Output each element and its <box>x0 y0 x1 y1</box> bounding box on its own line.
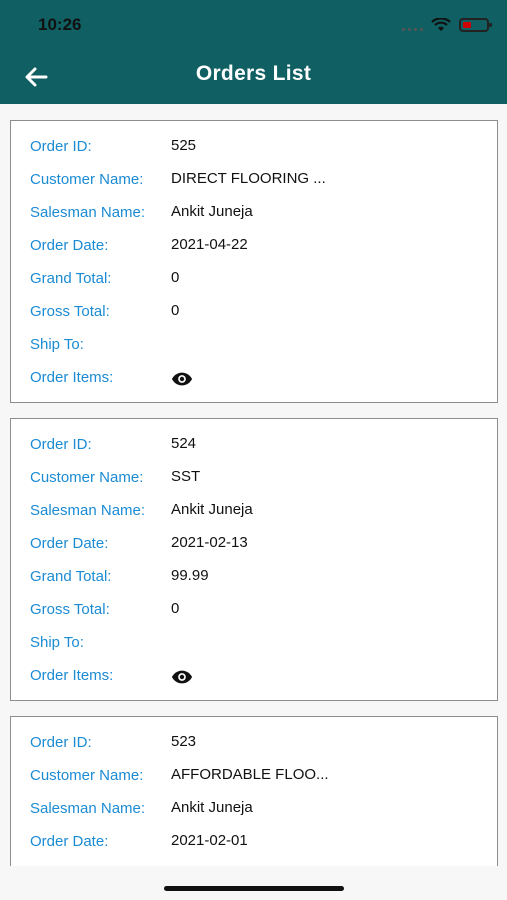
app-bar: 10:26 Orders List <box>0 0 507 104</box>
order-items-label: Order Items: <box>30 667 114 684</box>
order-id-value: 525 <box>171 137 197 154</box>
salesman-name-value: Ankit Juneja <box>171 501 253 518</box>
battery-icon <box>459 18 492 32</box>
bottom-safe-area <box>0 866 507 900</box>
order-card[interactable]: Order ID: 525 Customer Name: DIRECT FLOO… <box>10 120 498 403</box>
order-id-label: Order ID: <box>30 138 92 155</box>
customer-name-value: AFFORDABLE FLOO... <box>171 766 329 783</box>
salesman-name-label: Salesman Name: <box>30 502 146 519</box>
orders-list[interactable]: Order ID: 525 Customer Name: DIRECT FLOO… <box>0 120 507 866</box>
order-date-value: 2021-02-01 <box>171 832 248 849</box>
status-icons <box>402 16 492 34</box>
order-date-value: 2021-04-22 <box>171 236 248 253</box>
salesman-name-label: Salesman Name: <box>30 204 146 221</box>
order-card[interactable]: Order ID: 524 Customer Name: SST Salesma… <box>10 418 498 701</box>
order-date-label: Order Date: <box>30 535 109 552</box>
customer-name-value: DIRECT FLOORING ... <box>171 170 326 187</box>
gross-total-value: 0 <box>171 302 180 319</box>
grand-total-label: Grand Total: <box>30 568 112 585</box>
eye-icon[interactable] <box>171 368 193 390</box>
customer-name-label: Customer Name: <box>30 171 144 188</box>
status-time: 10:26 <box>38 15 82 34</box>
eye-icon[interactable] <box>171 666 193 688</box>
order-date-label: Order Date: <box>30 833 109 850</box>
grand-total-label: Grand Total: <box>30 270 112 287</box>
order-card[interactable]: Order ID: 523 Customer Name: AFFORDABLE … <box>10 716 498 866</box>
customer-name-label: Customer Name: <box>30 767 144 784</box>
salesman-name-value: Ankit Juneja <box>171 203 253 220</box>
order-date-value: 2021-02-13 <box>171 534 248 551</box>
gross-total-value: 0 <box>171 600 180 617</box>
gross-total-label: Gross Total: <box>30 303 110 320</box>
ship-to-label: Ship To: <box>30 634 84 651</box>
order-id-value: 524 <box>171 435 197 452</box>
order-id-value: 523 <box>171 733 197 750</box>
grand-total-value: 99.99 <box>171 567 209 584</box>
wifi-icon <box>431 18 451 31</box>
salesman-name-label: Salesman Name: <box>30 800 146 817</box>
order-items-label: Order Items: <box>30 369 114 386</box>
order-id-label: Order ID: <box>30 436 92 453</box>
gross-total-label: Gross Total: <box>30 601 110 618</box>
order-date-label: Order Date: <box>30 237 109 254</box>
signal-icon <box>402 19 423 31</box>
home-indicator[interactable] <box>164 886 344 891</box>
ship-to-label: Ship To: <box>30 336 84 353</box>
customer-name-value: SST <box>171 468 201 485</box>
order-id-label: Order ID: <box>30 734 92 751</box>
grand-total-value: 0 <box>171 269 180 286</box>
customer-name-label: Customer Name: <box>30 469 144 486</box>
page-title: Orders List <box>195 62 312 85</box>
salesman-name-value: Ankit Juneja <box>171 799 253 816</box>
